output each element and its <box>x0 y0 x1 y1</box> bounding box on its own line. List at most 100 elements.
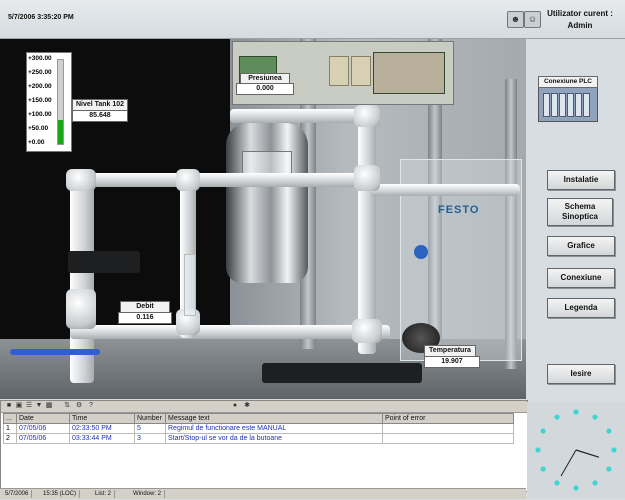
pipe-joint <box>354 105 380 127</box>
steel-tank <box>226 123 308 283</box>
gauge-fill <box>58 120 63 144</box>
col-time[interactable]: Time <box>69 413 135 424</box>
row-number: 5 <box>134 423 166 434</box>
nav-instalatie-button[interactable]: Instalatie <box>547 170 615 190</box>
clock-hour-marker <box>606 428 612 434</box>
hand-valve-lever[interactable] <box>10 349 100 355</box>
row-point <box>382 433 514 444</box>
user-login-icon[interactable]: ☻ <box>507 11 524 28</box>
col-date[interactable]: Date <box>16 413 70 424</box>
header-datetime: 5/7/2006 3:35:20 PM <box>8 14 74 21</box>
pump-motor <box>262 363 422 383</box>
gauge-tick: +150.00 <box>28 97 52 104</box>
row-text: Regimul de functionare este MANUAL <box>165 423 383 434</box>
pipe-joint <box>354 165 380 191</box>
ack-all-icon[interactable]: ▣ <box>15 402 23 410</box>
gauge-tick: +100.00 <box>28 111 52 118</box>
col-index[interactable]: ... <box>3 413 17 424</box>
status-bar: 5/7/2006 15:35 (LOC) List: 2 Window: 2 <box>0 488 526 499</box>
print-icon[interactable]: ▩ <box>45 402 53 410</box>
clock-hour-marker <box>540 428 546 434</box>
row-index: 2 <box>3 433 17 444</box>
row-index: 1 <box>3 423 17 434</box>
tank-level-value: 85.648 <box>72 110 128 122</box>
config-icon[interactable]: ⚙ <box>75 402 83 410</box>
tank-plate <box>242 151 292 175</box>
table-row[interactable]: 1 07/05/06 02:33:50 PM 5 Regimul de func… <box>3 423 514 434</box>
alarm-message-view: ■ ▣ ☰ ▼ ▩ ⇅ ⚙ ? ● ✱ ... Date Time Number… <box>0 400 528 492</box>
gauge-tick: +200.00 <box>28 83 52 90</box>
plc-slot <box>567 93 574 117</box>
col-point-of-error[interactable]: Point of error <box>382 413 514 424</box>
nav-schema-sinoptica-button[interactable]: Schema Sinoptica <box>547 198 613 226</box>
nav-iesire-button[interactable]: Iesire <box>547 364 615 384</box>
status-list: List: 2 <box>92 490 116 498</box>
sort-icon[interactable]: ⇅ <box>63 402 71 410</box>
gauge-tick: +250.00 <box>28 69 52 76</box>
status-window: Window: 2 <box>130 490 166 498</box>
tank-level-gauge: +300.00 +250.00 +200.00 +150.00 +100.00 … <box>26 52 72 152</box>
process-image: FESTO +300.00 +250.00 +200.00 +150.00 +1… <box>0 39 526 399</box>
clock-hour-marker <box>554 414 560 420</box>
ack-icon[interactable]: ■ <box>5 402 13 410</box>
nav-schema-line1: Schema <box>564 202 596 211</box>
message-table-header: ... Date Time Number Message text Point … <box>3 413 514 424</box>
festo-logo: FESTO <box>438 204 480 216</box>
pressure-value: 0.000 <box>236 83 294 95</box>
message-toolbar: ■ ▣ ☰ ▼ ▩ ⇅ ⚙ ? ● ✱ <box>1 401 527 413</box>
clock-face <box>535 409 617 491</box>
settings-icon[interactable]: ✱ <box>243 402 251 410</box>
header-bar: 5/7/2006 3:35:20 PM ☻ ☺ Utilizator curen… <box>0 0 625 39</box>
pipe-joint <box>66 169 96 191</box>
clock-hour-marker <box>611 447 617 453</box>
lock-icon[interactable]: ● <box>231 402 239 410</box>
clock-hour-marker <box>535 447 541 453</box>
row-time: 02:33:50 PM <box>69 423 135 434</box>
temperature-value: 19.907 <box>424 356 480 368</box>
list-icon[interactable]: ☰ <box>25 402 33 410</box>
status-date: 5/7/2006 <box>2 490 33 498</box>
pipe-horizontal <box>70 325 390 339</box>
clock-hour-marker <box>592 480 598 486</box>
col-message-text[interactable]: Message text <box>165 413 383 424</box>
clock-hour-marker <box>573 485 579 491</box>
row-time: 03:33:44 PM <box>69 433 135 444</box>
flow-meter <box>184 254 196 316</box>
plc-connection-label: Conexiune PLC <box>538 76 598 88</box>
row-date: 07/05/06 <box>16 433 70 444</box>
gauge-tick: +300.00 <box>28 55 52 62</box>
help-icon[interactable]: ? <box>87 402 95 410</box>
gauge-tick: +50.00 <box>28 125 49 132</box>
nav-conexiune-button[interactable]: Conexiune <box>547 268 615 288</box>
nav-schema-line2: Sinoptica <box>561 212 598 221</box>
pipe-joint <box>352 319 382 343</box>
flow-value: 0.116 <box>118 312 172 324</box>
pipe-vertical <box>358 109 376 354</box>
clock-hour-marker <box>606 466 612 472</box>
plc-slot <box>559 93 566 117</box>
current-user-name: Admin <box>567 21 593 30</box>
clock-hour-marker <box>573 409 579 415</box>
plc-slot <box>543 93 550 117</box>
panel-module <box>329 56 349 86</box>
terminal-block <box>373 52 445 94</box>
pipe-joint <box>66 289 96 329</box>
solenoid-valve[interactable] <box>68 251 140 273</box>
pipe-horizontal <box>70 173 370 187</box>
col-number[interactable]: Number <box>134 413 166 424</box>
plc-slot <box>575 93 582 117</box>
pipe-horizontal <box>370 184 520 196</box>
clock-hour-hand <box>575 449 600 458</box>
status-time: 15:35 (LOC) <box>40 490 81 498</box>
level-switch <box>414 245 428 259</box>
nav-grafice-button[interactable]: Grafice <box>547 236 615 256</box>
analog-clock <box>527 402 625 498</box>
filter-icon[interactable]: ▼ <box>35 402 43 410</box>
row-number: 3 <box>134 433 166 444</box>
table-row[interactable]: 2 07/05/06 03:33:44 PM 3 Start/Stop-ul s… <box>3 433 514 444</box>
panel-module <box>351 56 371 86</box>
plc-slot <box>551 93 558 117</box>
nav-legenda-button[interactable]: Legenda <box>547 298 615 318</box>
row-date: 07/05/06 <box>16 423 70 434</box>
row-text: Start/Stop-ul se vor da de la butoane <box>165 433 383 444</box>
